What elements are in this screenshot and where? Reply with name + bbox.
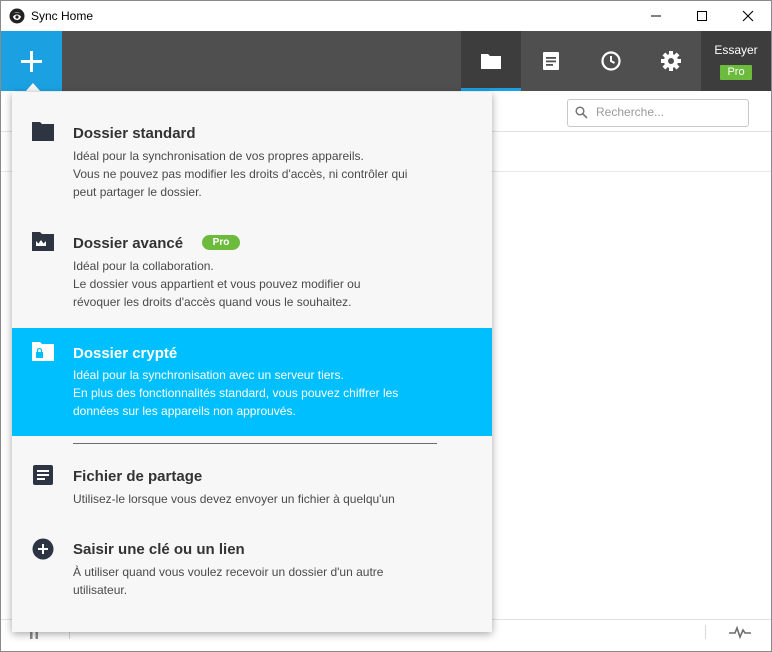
menu-item-description: Utilisez-le lorsque vous devez envoyer u…: [73, 490, 473, 508]
minimize-icon: [651, 15, 661, 17]
description-line: À utiliser quand vous voulez recevoir un…: [73, 565, 384, 579]
main-toolbar: Essayer Pro: [1, 31, 771, 91]
status-divider: [705, 625, 706, 639]
clock-icon: [601, 51, 621, 71]
menu-item-title: Fichier de partage: [73, 468, 203, 485]
description-line: Idéal pour la synchronisation avec un se…: [73, 368, 344, 382]
menu-item-advanced-folder[interactable]: Dossier avancé Idéal pour la collaborati…: [12, 202, 492, 328]
close-icon: [742, 10, 754, 22]
maximize-button[interactable]: [679, 1, 725, 31]
notes-icon: [543, 52, 559, 70]
menu-item-standard-folder[interactable]: Dossier standard Idéal pour la synchroni…: [12, 92, 492, 202]
menu-item-description: À utiliser quand vous voulez recevoir un…: [73, 563, 473, 599]
description-line: révoquer les droits d'accès quand vous l…: [73, 295, 352, 309]
search-input[interactable]: [596, 100, 744, 124]
lock-folder-icon: [32, 342, 54, 361]
menu-item-description: Idéal pour la collaboration. Le dossier …: [73, 257, 473, 311]
app-logo-icon: [9, 8, 25, 24]
description-line: Vous ne pouvez pas modifier les droits d…: [73, 167, 408, 181]
description-line: Idéal pour la collaboration.: [73, 259, 214, 273]
gear-icon: [661, 51, 681, 71]
menu-item-title: Dossier crypté: [73, 345, 178, 362]
close-button[interactable]: [725, 1, 771, 31]
menu-item-title: Saisir une clé ou un lien: [73, 541, 245, 558]
description-line: utilisateur.: [73, 583, 128, 597]
description-line: peut partager le dossier.: [73, 185, 202, 199]
menu-item-description: Idéal pour la synchronisation de vos pro…: [73, 147, 473, 201]
pro-badge: Pro: [720, 65, 752, 80]
folder-icon: [481, 54, 501, 69]
menu-item-description: Idéal pour la synchronisation avec un se…: [73, 366, 473, 420]
tab-folders[interactable]: [461, 31, 521, 91]
description-line: données sur les appareils non approuvés.: [73, 404, 296, 418]
window-title: Sync Home: [31, 9, 94, 23]
menu-item-title: Dossier standard: [73, 125, 196, 142]
try-label: Essayer: [714, 43, 758, 57]
plus-circle-icon: [32, 538, 54, 560]
file-icon: [33, 465, 53, 485]
description-line: En plus des fonctionnalités standard, vo…: [73, 386, 399, 400]
add-button[interactable]: [1, 31, 62, 91]
folder-icon: [32, 122, 54, 141]
description-line: Le dossier vous appartient et vous pouve…: [73, 277, 361, 291]
try-pro-button[interactable]: Essayer Pro: [701, 31, 771, 91]
activity-icon[interactable]: [729, 624, 751, 640]
plus-icon: [21, 51, 42, 72]
app-window: Sync Home Essayer Pro Recherche... Dossi…: [0, 0, 772, 652]
maximize-icon: [697, 11, 707, 21]
add-folder-menu: Dossier standard Idéal pour la synchroni…: [12, 92, 492, 632]
tab-history[interactable]: [581, 31, 641, 91]
tab-settings[interactable]: [641, 31, 701, 91]
description-line: Utilisez-le lorsque vous devez envoyer u…: [73, 492, 395, 506]
search-icon: [575, 106, 588, 119]
pro-badge: Pro: [202, 235, 240, 250]
description-line: Idéal pour la synchronisation de vos pro…: [73, 149, 364, 163]
tab-notes[interactable]: [521, 31, 581, 91]
menu-item-enter-key-or-link[interactable]: Saisir une clé ou un lien À utiliser qua…: [12, 516, 492, 616]
crown-folder-icon: [32, 232, 54, 251]
menu-item-encrypted-folder[interactable]: Dossier crypté Idéal pour la synchronisa…: [12, 328, 492, 436]
menu-item-title: Dossier avancé: [73, 235, 184, 252]
search-box: [567, 99, 749, 127]
minimize-button[interactable]: [633, 1, 679, 31]
title-bar: Sync Home: [1, 1, 771, 31]
menu-item-share-file[interactable]: Fichier de partage Utilisez-le lorsque v…: [12, 444, 492, 516]
menu-caret: [25, 83, 41, 92]
